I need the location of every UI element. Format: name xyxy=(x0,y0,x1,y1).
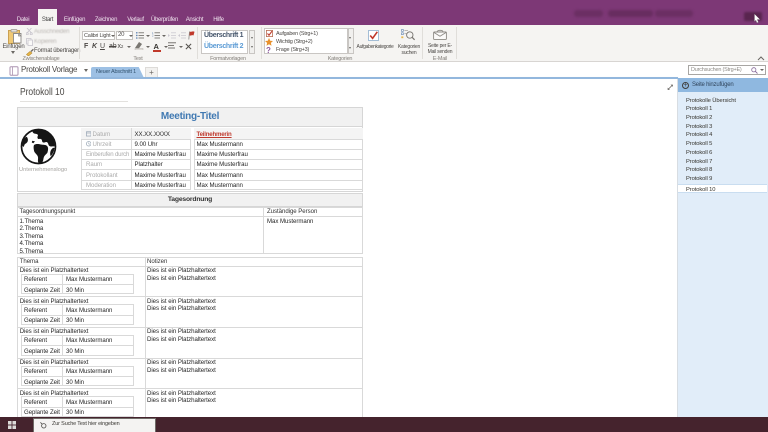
svg-text:2: 2 xyxy=(152,34,154,38)
